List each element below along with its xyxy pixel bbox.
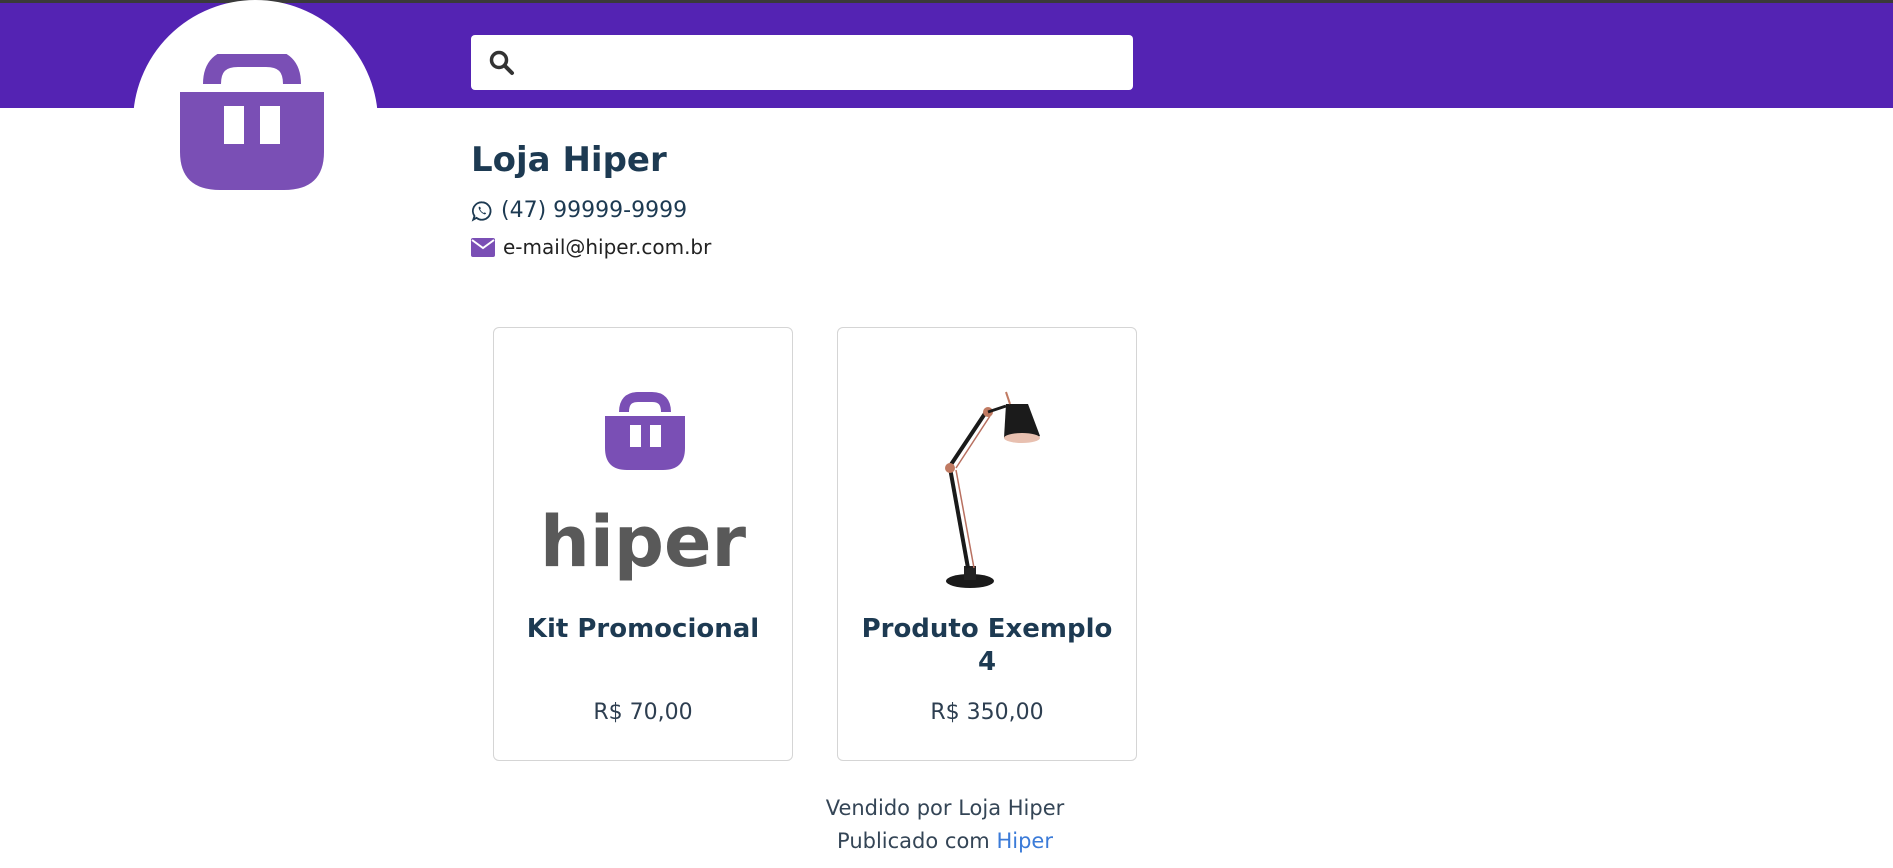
envelope-icon (471, 237, 495, 257)
store-logo[interactable] (133, 0, 378, 245)
product-name[interactable]: Produto Exemplo 4 (858, 613, 1116, 679)
svg-text:hiper: hiper (540, 501, 746, 583)
search-input[interactable] (531, 43, 1125, 83)
product-price: R$ 350,00 (930, 700, 1044, 725)
search-bar[interactable] (471, 35, 1133, 90)
phone-number: (47) 99999-9999 (501, 198, 688, 223)
footer-text: Vendido por Loja Hiper Publicado com Hip… (765, 792, 1125, 858)
product-name[interactable]: Kit Promocional (514, 613, 772, 646)
basket-logo-icon (180, 54, 324, 190)
product-card[interactable]: Produto Exemplo 4 R$ 350,00 (837, 327, 1137, 761)
published-prefix: Publicado com (837, 829, 990, 853)
product-card[interactable]: hiper Kit Promocional R$ 70,00 (493, 327, 793, 761)
product-image[interactable] (838, 348, 1136, 628)
search-icon[interactable] (489, 50, 515, 80)
whatsapp-icon (471, 200, 492, 222)
email-address: e-mail@hiper.com.br (503, 235, 712, 259)
hiper-logo-image: hiper (540, 392, 746, 583)
desk-lamp-image (945, 391, 1040, 588)
hiper-link[interactable]: Hiper (996, 829, 1053, 853)
store-email[interactable]: e-mail@hiper.com.br (471, 235, 711, 259)
published-with: Publicado com Hiper (765, 825, 1125, 858)
store-phone[interactable]: (47) 99999-9999 (471, 198, 687, 223)
product-price: R$ 70,00 (593, 700, 693, 725)
product-image[interactable]: hiper (494, 348, 792, 628)
store-name: Loja Hiper (471, 140, 667, 180)
sold-by-text: Vendido por Loja Hiper (825, 796, 1065, 820)
